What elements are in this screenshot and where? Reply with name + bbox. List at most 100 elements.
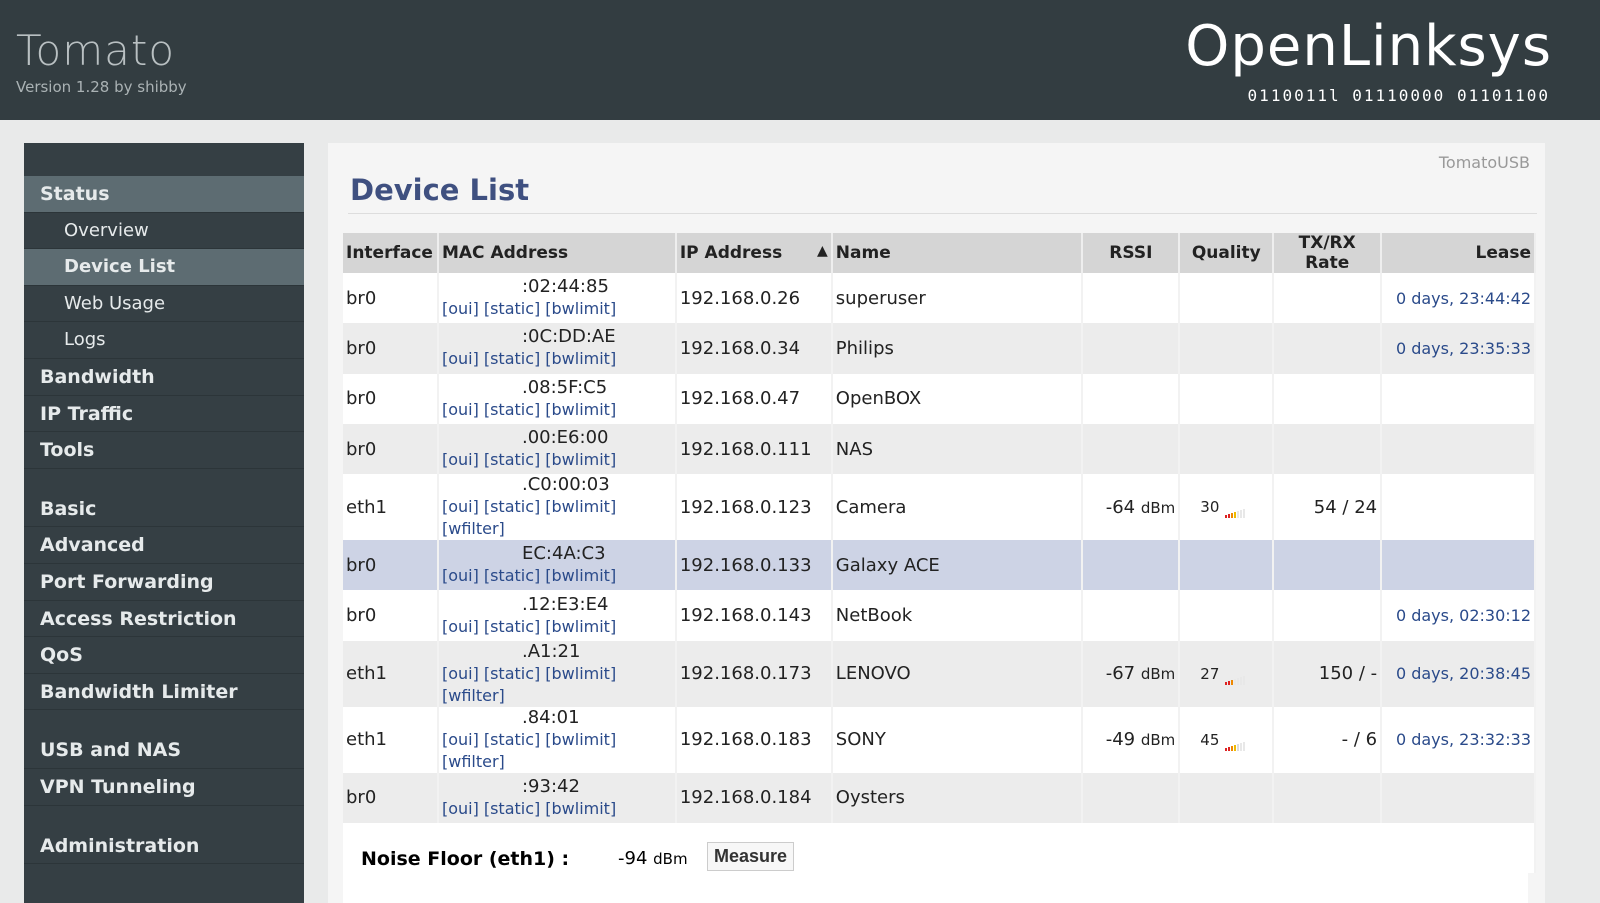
link-wfilter[interactable]: [wfilter]	[442, 752, 505, 771]
mac-address: :0C:DD:AE	[521, 326, 616, 348]
link-oui[interactable]: [oui]	[442, 664, 479, 683]
column-header-tx-rx-rate[interactable]: TX/RX Rate	[1273, 233, 1383, 273]
link-oui[interactable]: [oui]	[442, 299, 479, 318]
signal-bar	[1225, 747, 1228, 751]
ip-cell: 192.168.0.183	[675, 706, 833, 773]
rssi-cell	[1082, 323, 1181, 374]
link-static[interactable]: [static]	[484, 730, 540, 749]
app-version: Version 1.28 by shibby	[16, 78, 187, 96]
sidebar-item-device-list[interactable]: Device List	[24, 249, 304, 286]
sidebar-item-bandwidth-limiter[interactable]: Bandwidth Limiter	[24, 674, 304, 711]
link-static[interactable]: [static]	[484, 617, 540, 636]
link-static[interactable]: [static]	[484, 299, 540, 318]
link-oui[interactable]: [oui]	[442, 349, 479, 368]
sidebar-item-logs[interactable]: Logs	[24, 322, 304, 359]
rssi-cell: -67 dBm	[1082, 640, 1181, 707]
link-bwlimit[interactable]: [bwlimit]	[545, 799, 616, 818]
interface-cell: eth1	[343, 640, 439, 707]
lease-cell: 0 days, 02:30:12	[1381, 590, 1536, 641]
quality-cell	[1179, 323, 1275, 374]
sidebar-item-web-usage[interactable]: Web Usage	[24, 286, 304, 323]
table-row: eth1 .84:01 [oui] [static] [bwlimit] [wfilter…	[343, 706, 1536, 773]
link-bwlimit[interactable]: [bwlimit]	[545, 664, 616, 683]
quality-value: 45	[1200, 731, 1220, 750]
table-row: br0 EC:4A:C3 [oui] [static] [bwlimit] 192.168…	[343, 540, 1536, 591]
table-row: br0:0C:DD:AE [oui] [static] [bwlimit] 192.16…	[343, 323, 1536, 374]
column-header-interface[interactable]: Interface	[343, 233, 439, 273]
sidebar-item-usb-and-nas[interactable]: USB and NAS	[24, 732, 304, 769]
quality-cell	[1179, 772, 1275, 824]
sidebar-item-access-restriction[interactable]: Access Restriction	[24, 601, 304, 638]
link-bwlimit[interactable]: [bwlimit]	[545, 299, 616, 318]
sidebar-item-vpn-tunneling[interactable]: VPN Tunneling	[24, 769, 304, 806]
page-title: Device List	[350, 173, 530, 207]
column-header-quality[interactable]: Quality	[1179, 233, 1275, 273]
column-header-rssi[interactable]: RSSI	[1082, 233, 1181, 273]
mac-cell: .C0:00:03 [oui] [static] [bwlimit] [wfilter]	[437, 474, 677, 541]
main-panel: TomatoUSB Device List Interface MAC Addre…	[328, 143, 1545, 903]
column-label: Lease	[1475, 243, 1531, 263]
link-oui[interactable]: [oui]	[442, 799, 479, 818]
mac-links: [oui] [static] [bwlimit]	[442, 565, 672, 587]
link-oui[interactable]: [oui]	[442, 497, 479, 516]
link-static[interactable]: [static]	[484, 497, 540, 516]
quality-cell: 27	[1179, 640, 1275, 707]
column-label: TX/RX Rate	[1298, 233, 1356, 273]
mac-cell: EC:4A:C3 [oui] [static] [bwlimit]	[437, 540, 677, 591]
sidebar-item-advanced[interactable]: Advanced	[24, 527, 304, 564]
column-header-ip-address[interactable]: IP Address ▲	[675, 233, 833, 273]
rate-cell	[1273, 323, 1383, 374]
noise-unit: dBm	[653, 850, 688, 868]
sidebar-item-status[interactable]: Status	[24, 176, 304, 213]
link-static[interactable]: [static]	[484, 400, 540, 419]
link-oui[interactable]: [oui]	[442, 450, 479, 469]
logo-tagline: 0110011l 01110000 01101100	[1247, 86, 1550, 105]
link-bwlimit[interactable]: [bwlimit]	[545, 497, 616, 516]
sidebar-item-basic[interactable]: Basic	[24, 491, 304, 528]
sidebar-item-bandwidth[interactable]: Bandwidth	[24, 359, 304, 396]
noise-floor-panel: Noise Floor (eth1) : -94 dBm Measure	[343, 823, 1528, 903]
link-static[interactable]: [static]	[484, 799, 540, 818]
link-oui[interactable]: [oui]	[442, 617, 479, 636]
ip-cell: 192.168.0.143	[675, 590, 833, 641]
column-header-mac-address[interactable]: MAC Address	[437, 233, 677, 273]
link-bwlimit[interactable]: [bwlimit]	[545, 450, 616, 469]
mac-cell: :93:42 [oui] [static] [bwlimit]	[437, 772, 677, 824]
link-bwlimit[interactable]: [bwlimit]	[545, 400, 616, 419]
link-wfilter[interactable]: [wfilter]	[442, 686, 505, 705]
mac-links: [oui] [static] [bwlimit]	[442, 298, 672, 320]
signal-bar	[1240, 742, 1243, 751]
interface-cell: br0	[343, 590, 439, 641]
quality-cell	[1179, 373, 1275, 424]
link-bwlimit[interactable]: [bwlimit]	[545, 349, 616, 368]
lease-cell	[1381, 540, 1536, 591]
sidebar-item-tools[interactable]: Tools	[24, 432, 304, 469]
table-row: br0:02:44:85 [oui] [static] [bwlimit] 192.16…	[343, 273, 1536, 324]
link-static[interactable]: [static]	[484, 664, 540, 683]
link-bwlimit[interactable]: [bwlimit]	[545, 566, 616, 585]
lease-cell: 0 days, 20:38:45	[1381, 640, 1536, 707]
rssi-value: -64	[1105, 496, 1136, 518]
noise-floor-value: -94 dBm	[618, 848, 688, 869]
sidebar-item-port-forwarding[interactable]: Port Forwarding	[24, 564, 304, 601]
link-oui[interactable]: [oui]	[442, 730, 479, 749]
link-bwlimit[interactable]: [bwlimit]	[545, 617, 616, 636]
link-wfilter[interactable]: [wfilter]	[442, 519, 505, 538]
sidebar-item-ip-traffic[interactable]: IP Traffic	[24, 396, 304, 433]
column-header-lease[interactable]: Lease	[1381, 233, 1536, 273]
link-oui[interactable]: [oui]	[442, 566, 479, 585]
link-static[interactable]: [static]	[484, 566, 540, 585]
signal-bars-icon	[1225, 664, 1246, 685]
column-header-name[interactable]: Name	[831, 233, 1084, 273]
signal-bars-icon	[1225, 497, 1246, 518]
link-bwlimit[interactable]: [bwlimit]	[545, 730, 616, 749]
sidebar-item-overview[interactable]: Overview	[24, 213, 304, 250]
link-oui[interactable]: [oui]	[442, 400, 479, 419]
mac-address: :02:44:85	[521, 276, 609, 298]
rate-cell	[1273, 273, 1383, 324]
sidebar-item-administration[interactable]: Administration	[24, 828, 304, 865]
measure-button[interactable]: Measure	[707, 842, 795, 871]
sidebar-item-qos[interactable]: QoS	[24, 637, 304, 674]
link-static[interactable]: [static]	[484, 349, 540, 368]
link-static[interactable]: [static]	[484, 450, 540, 469]
